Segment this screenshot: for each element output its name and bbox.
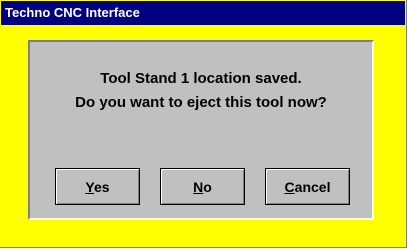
no-mnemonic: N <box>193 179 204 195</box>
cancel-mnemonic: C <box>284 179 295 195</box>
dialog-panel: Tool Stand 1 location saved. Do you want… <box>28 40 374 220</box>
no-button[interactable]: No <box>160 168 245 205</box>
message-line-1: Tool Stand 1 location saved. <box>100 70 302 87</box>
title-bar[interactable]: Techno CNC Interface <box>1 1 405 25</box>
no-label-rest: o <box>203 179 212 195</box>
cancel-label-rest: ancel <box>294 179 331 195</box>
message-line-2: Do you want to eject this tool now? <box>75 94 327 111</box>
yes-mnemonic: Y <box>85 179 94 195</box>
yes-button[interactable]: Yes <box>55 168 140 205</box>
window-title: Techno CNC Interface <box>5 5 140 20</box>
yes-label-rest: es <box>94 179 110 195</box>
dialog-window: Techno CNC Interface Tool Stand 1 locati… <box>0 0 407 248</box>
cancel-button[interactable]: Cancel <box>265 168 350 205</box>
